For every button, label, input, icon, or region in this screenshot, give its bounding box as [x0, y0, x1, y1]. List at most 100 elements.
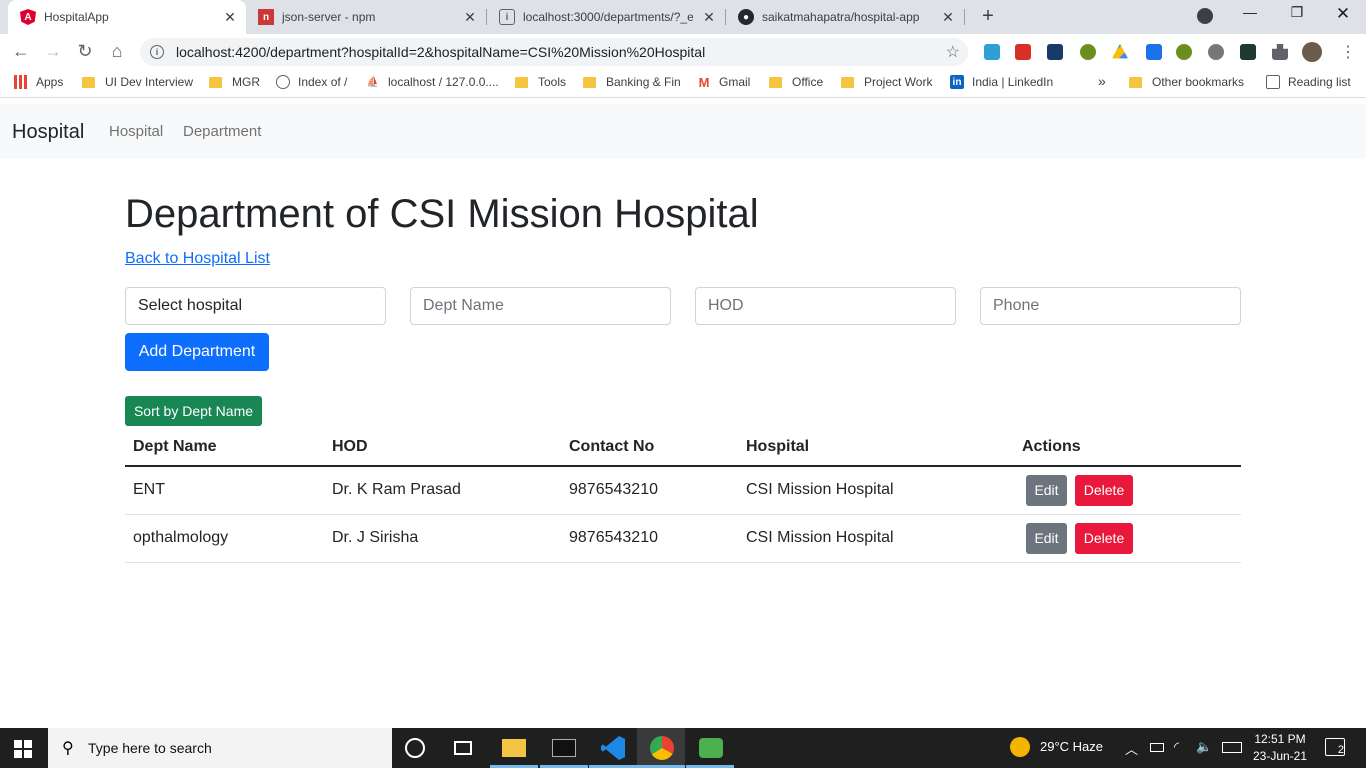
- tab-json-server[interactable]: n json-server - npm ✕: [246, 0, 486, 34]
- minimize-icon[interactable]: —: [1240, 4, 1260, 20]
- tab-title: localhost:3000/departments/?_ex: [523, 10, 693, 24]
- delete-button[interactable]: Delete: [1075, 474, 1133, 506]
- tab-localhost-3000[interactable]: i localhost:3000/departments/?_ex ✕: [487, 0, 725, 34]
- bookmark-project-work[interactable]: Project Work: [841, 75, 932, 89]
- vscode-icon[interactable]: [601, 736, 625, 760]
- weather-text[interactable]: 29°C Haze: [1040, 739, 1103, 754]
- back-to-hospital-list-link[interactable]: Back to Hospital List: [125, 250, 270, 268]
- folder-icon: [841, 76, 854, 88]
- extension-icon[interactable]: [1080, 44, 1096, 60]
- taskbar-search-box[interactable]: ⚲ Type here to search: [48, 728, 392, 768]
- cortana-icon[interactable]: [405, 738, 425, 758]
- sort-by-dept-name-button[interactable]: Sort by Dept Name: [125, 396, 262, 426]
- wifi-icon[interactable]: ◜: [1174, 739, 1179, 755]
- chrome-icon[interactable]: [650, 736, 674, 760]
- nav-link-hospital[interactable]: Hospital: [109, 123, 163, 140]
- window-close-icon[interactable]: ✕: [1333, 4, 1353, 24]
- extension-icon[interactable]: [1047, 44, 1063, 60]
- bookmark-label: Office: [792, 75, 824, 89]
- bookmark-ui-dev-interview[interactable]: UI Dev Interview: [82, 75, 193, 89]
- table-row: ENT Dr. K Ram Prasad 9876543210 CSI Miss…: [125, 466, 1241, 515]
- chevron-up-icon[interactable]: ︿: [1125, 739, 1138, 758]
- departments-table: Dept Name HOD Contact No Hospital Action…: [125, 428, 1241, 563]
- nav-link-department[interactable]: Department: [183, 123, 261, 140]
- file-explorer-icon[interactable]: [502, 739, 526, 757]
- forward-arrow-icon[interactable]: →: [42, 41, 64, 62]
- google-drive-icon[interactable]: [1112, 44, 1128, 59]
- extension-icon[interactable]: [1146, 44, 1162, 60]
- bookmark-label: MGR: [232, 75, 260, 89]
- bookmark-linkedin[interactable]: in India | LinkedIn: [950, 75, 1053, 89]
- extensions-puzzle-icon[interactable]: [1272, 44, 1288, 60]
- bookmark-reading-list[interactable]: Reading list: [1266, 75, 1351, 89]
- battery-icon[interactable]: [1150, 743, 1164, 752]
- edit-button[interactable]: Edit: [1026, 522, 1067, 554]
- taskbar-clock[interactable]: 12:51 PM 23-Jun-21: [1250, 731, 1310, 765]
- phone-input[interactable]: Phone: [980, 287, 1241, 325]
- hospital-select[interactable]: Select hospital: [125, 287, 386, 325]
- tab-separator: [964, 9, 965, 25]
- close-icon[interactable]: ✕: [462, 9, 478, 26]
- search-icon: ⚲: [62, 740, 74, 757]
- bookmark-localhost[interactable]: ⛵ localhost / 127.0.0....: [366, 75, 499, 89]
- tab-github[interactable]: ● saikatmahapatra/hospital-app ✕: [726, 0, 964, 34]
- bookmark-index-of[interactable]: Index of /: [276, 75, 347, 89]
- bookmark-apps[interactable]: Apps: [14, 75, 63, 89]
- close-icon[interactable]: ✕: [222, 9, 238, 26]
- back-arrow-icon[interactable]: ←: [10, 41, 32, 62]
- terminal-icon[interactable]: [552, 739, 576, 757]
- close-icon[interactable]: ✕: [940, 9, 956, 26]
- bookmark-label: Other bookmarks: [1152, 75, 1245, 89]
- weather-icon[interactable]: [1010, 737, 1030, 757]
- linkedin-icon: in: [950, 75, 964, 89]
- clock-date: 23-Jun-21: [1252, 749, 1308, 763]
- windows-start-icon[interactable]: [14, 740, 32, 758]
- folder-icon: [209, 76, 222, 88]
- bookmarks-overflow[interactable]: »: [1098, 73, 1106, 89]
- bookmark-tools[interactable]: Tools: [515, 75, 566, 89]
- apps-grid-icon: [14, 75, 28, 89]
- tab-title: json-server - npm: [282, 10, 376, 24]
- add-department-button[interactable]: Add Department: [125, 333, 269, 371]
- bookmark-gmail[interactable]: M Gmail: [697, 75, 751, 90]
- bookmark-office[interactable]: Office: [769, 75, 823, 89]
- delete-button[interactable]: Delete: [1075, 522, 1133, 554]
- close-icon[interactable]: ✕: [701, 9, 717, 26]
- speaker-icon[interactable]: 🔈: [1196, 739, 1212, 755]
- menu-kebab-icon[interactable]: ⋮: [1340, 42, 1356, 62]
- dept-name-input[interactable]: Dept Name: [410, 287, 671, 325]
- bookmarks-bar: Apps UI Dev Interview MGR Index of / ⛵ l…: [0, 70, 1366, 98]
- app-icon[interactable]: [699, 738, 723, 758]
- url-text: localhost:4200/department?hospitalId=2&h…: [176, 44, 706, 60]
- edit-button[interactable]: Edit: [1026, 474, 1067, 506]
- hod-input[interactable]: HOD: [695, 287, 956, 325]
- bookmark-banking[interactable]: Banking & Fin: [583, 75, 681, 89]
- cell-hospital: CSI Mission Hospital: [738, 466, 1014, 515]
- page-title: Department of CSI Mission Hospital: [125, 192, 759, 236]
- folder-icon: [769, 76, 782, 88]
- extension-icon[interactable]: [1208, 44, 1224, 60]
- keyboard-icon[interactable]: [1222, 742, 1242, 753]
- profile-avatar[interactable]: [1302, 42, 1322, 62]
- notifications-icon[interactable]: 2: [1325, 738, 1345, 756]
- tab-search-icon[interactable]: [1197, 8, 1213, 24]
- address-bar[interactable]: i localhost:4200/department?hospitalId=2…: [140, 38, 968, 66]
- extension-icon[interactable]: [1015, 44, 1031, 60]
- navbar-brand[interactable]: Hospital: [12, 121, 84, 144]
- bookmark-mgr[interactable]: MGR: [209, 75, 260, 89]
- extension-icon[interactable]: [984, 44, 1000, 60]
- restore-icon[interactable]: ❐: [1287, 4, 1307, 21]
- bookmark-label: Reading list: [1288, 75, 1351, 89]
- bookmark-other[interactable]: Other bookmarks: [1129, 75, 1244, 89]
- new-tab-icon[interactable]: +: [978, 5, 998, 28]
- task-view-icon[interactable]: [454, 741, 472, 755]
- tab-hospitalapp[interactable]: A HospitalApp ✕: [8, 0, 246, 34]
- folder-icon: [1129, 76, 1142, 88]
- reload-icon[interactable]: ↻: [74, 41, 96, 62]
- home-icon[interactable]: ⌂: [106, 41, 128, 62]
- extension-icon[interactable]: [1240, 44, 1256, 60]
- windows-taskbar: ⚲ Type here to search 29°C Haze ︿ ◜ 🔈 12…: [0, 728, 1366, 768]
- site-info-icon[interactable]: i: [150, 45, 164, 59]
- extension-icon[interactable]: [1176, 44, 1192, 60]
- bookmark-star-icon[interactable]: ☆: [946, 42, 960, 62]
